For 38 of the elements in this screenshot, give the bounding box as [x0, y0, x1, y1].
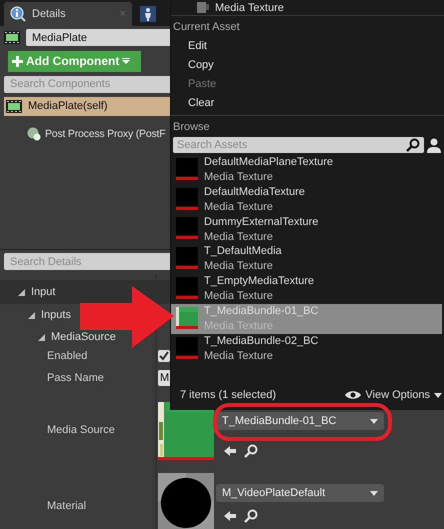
- asset-type: Media Texture: [204, 170, 274, 185]
- asset-item[interactable]: DefaultMediaPlaneTexture Media Texture: [171, 155, 442, 185]
- asset-item[interactable]: T_EmptyMediaTexture Media Texture: [171, 274, 442, 304]
- asset-name: DummyExternalTexture: [204, 214, 318, 230]
- asset-name: T_EmptyMediaTexture: [204, 274, 314, 290]
- section-header: Current Asset: [172, 20, 241, 35]
- asset-name: T_MediaBundle-02_BC: [204, 334, 318, 349]
- category-label[interactable]: Input: [31, 286, 56, 298]
- asset-type: Media Texture: [204, 259, 274, 274]
- asset-name: Media Texture: [215, 2, 284, 14]
- asset-name: DefaultMediaTexture: [204, 184, 305, 200]
- asset-name: T_DefaultMedia: [204, 244, 282, 260]
- property-label: Enabled: [46, 349, 88, 362]
- group-label[interactable]: MediaSource: [51, 331, 116, 343]
- asset-item[interactable]: T_DefaultMedia Media Texture: [171, 244, 442, 274]
- asset-dropdown[interactable]: T_MediaBundle-01_BC: [216, 412, 384, 430]
- asset-type: Media Texture: [204, 200, 274, 215]
- asset-item[interactable]: T_MediaBundle-02_BC Media Texture: [171, 334, 442, 364]
- asset-name: DefaultMediaPlaneTexture: [204, 154, 334, 170]
- section-header: Browse: [172, 120, 211, 135]
- menu-item[interactable]: Clear: [171, 93, 444, 112]
- asset-name: T_MediaBundle-01_BC: [204, 304, 318, 319]
- asset-item[interactable]: DummyExternalTexture Media Texture: [171, 214, 442, 244]
- property-label: Pass Name: [46, 371, 105, 384]
- asset-item[interactable]: DefaultMediaTexture Media Texture: [171, 184, 442, 215]
- component-item[interactable]: Post Process Proxy (PostF: [4, 124, 166, 144]
- property-label: Media Source: [46, 423, 116, 436]
- menu-item[interactable]: Copy: [171, 55, 444, 74]
- view-options-button[interactable]: View Options: [345, 389, 442, 401]
- asset-type: Media Texture: [204, 348, 274, 364]
- asset-type: Media Texture: [204, 230, 274, 244]
- asset-dropdown[interactable]: M_VideoPlateDefault: [216, 484, 384, 502]
- property-label: Material: [46, 499, 88, 512]
- group-label[interactable]: Inputs: [41, 309, 71, 321]
- menu-item[interactable]: Edit: [171, 36, 444, 55]
- details-tab[interactable]: Details ×: [4, 2, 132, 26]
- item-count: 7 items (1 selected): [180, 389, 276, 401]
- asset-type: Media Texture: [204, 289, 274, 304]
